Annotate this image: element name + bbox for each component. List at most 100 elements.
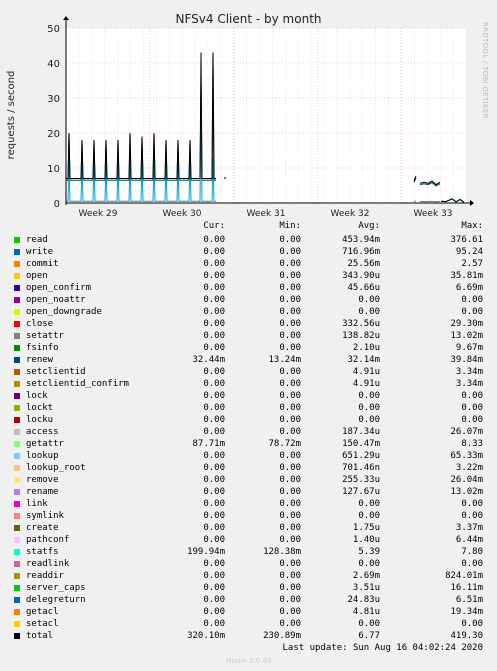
legend-swatch (14, 309, 20, 315)
legend-min: 0.00 (279, 535, 301, 545)
legend-min: 128.38m (263, 547, 301, 557)
legend-swatch (14, 369, 20, 375)
legend-max: 39.84m (450, 355, 483, 365)
legend-swatch (14, 609, 20, 615)
legend-name: readdir (26, 571, 64, 581)
legend-name: open (26, 271, 48, 281)
legend-cur: 0.00 (203, 535, 225, 545)
legend-name: setclientid_confirm (26, 379, 129, 389)
legend-min: 0.00 (279, 475, 301, 485)
legend-avg: 3.51u (352, 583, 380, 593)
legend-min: 0.00 (279, 487, 301, 497)
legend-name: open_confirm (26, 283, 92, 293)
legend-avg: 32.14m (347, 355, 380, 365)
legend-min: 0.00 (279, 463, 301, 473)
legend-avg: 343.90u (342, 271, 380, 281)
legend-row-readdir: readdir 0.00 0.00 2.69m 824.01m (0, 570, 497, 582)
y-axis-label: requests / second (6, 71, 17, 160)
x-tick-label: Week 33 (414, 209, 453, 219)
plot-area (66, 28, 466, 203)
legend-avg: 5.39 (358, 547, 380, 557)
header-max: Max: (461, 221, 483, 231)
legend-swatch (14, 597, 20, 603)
legend-swatch (14, 357, 20, 363)
legend-name: create (26, 523, 59, 533)
legend-max: 3.22m (455, 463, 483, 473)
legend-row-access: access 0.00 0.00 187.34u 26.07m (0, 426, 497, 438)
legend-cur: 0.00 (203, 487, 225, 497)
y-tick-label: 40 (47, 59, 60, 70)
legend-min: 0.00 (279, 283, 301, 293)
legend-avg: 4.91u (352, 379, 380, 389)
legend-row-link: link 0.00 0.00 0.00 0.00 (0, 498, 497, 510)
legend-min: 0.00 (279, 319, 301, 329)
legend-min: 0.00 (279, 595, 301, 605)
legend-min: 0.00 (279, 367, 301, 377)
legend-max: 0.00 (461, 391, 483, 401)
legend-row-close: close 0.00 0.00 332.56u 29.30m (0, 318, 497, 330)
legend-max: 3.34m (455, 379, 483, 389)
legend-avg: 0.00 (358, 307, 380, 317)
legend-row-commit: commit 0.00 0.00 25.56m 2.57 (0, 258, 497, 270)
legend-min: 0.00 (279, 331, 301, 341)
legend-cur: 0.00 (203, 319, 225, 329)
legend-row-open: open 0.00 0.00 343.90u 35.81m (0, 270, 497, 282)
x-tick-label: Week 30 (163, 209, 202, 219)
legend-name: statfs (26, 547, 59, 557)
legend-avg: 127.67u (342, 487, 380, 497)
legend-min: 0.00 (279, 511, 301, 521)
legend-max: 0.00 (461, 307, 483, 317)
legend-cur: 0.00 (203, 583, 225, 593)
legend-avg: 2.10u (352, 343, 380, 353)
legend-avg: 0.00 (358, 619, 380, 629)
legend-swatch (14, 621, 20, 627)
legend-cur: 0.00 (203, 607, 225, 617)
header-avg: Avg: (358, 221, 380, 231)
legend-swatch (14, 285, 20, 291)
legend-row-remove: remove 0.00 0.00 255.33u 26.04m (0, 474, 497, 486)
legend-name: lockt (26, 403, 54, 413)
legend-avg: 716.96m (342, 247, 380, 257)
legend-min: 78.72m (268, 439, 301, 449)
legend-row-getacl: getacl 0.00 0.00 4.81u 19.34m (0, 606, 497, 618)
legend-name: close (26, 319, 54, 329)
x-tick-label: Week 29 (79, 209, 118, 219)
legend-min: 0.00 (279, 427, 301, 437)
legend-min: 0.00 (279, 451, 301, 461)
legend-row-locku: locku 0.00 0.00 0.00 0.00 (0, 414, 497, 426)
legend-avg: 45.66u (347, 283, 380, 293)
legend-row-setclientid_confirm: setclientid_confirm 0.00 0.00 4.91u 3.34m (0, 378, 497, 390)
legend-avg: 187.34u (342, 427, 380, 437)
legend-name: link (26, 499, 48, 509)
legend-cur: 0.00 (203, 331, 225, 341)
legend-row-setclientid: setclientid 0.00 0.00 4.91u 3.34m (0, 366, 497, 378)
x-tick-label: Week 32 (331, 209, 370, 219)
legend-cur: 87.71m (192, 439, 225, 449)
legend-cur: 0.00 (203, 559, 225, 569)
legend-row-setacl: setacl 0.00 0.00 0.00 0.00 (0, 618, 497, 630)
legend-cur: 32.44m (192, 355, 225, 365)
legend-max: 419.30 (450, 631, 483, 641)
legend-swatch (14, 525, 20, 531)
legend-avg: 1.75u (352, 523, 380, 533)
legend-swatch (14, 345, 20, 351)
x-tick-label: Week 31 (247, 209, 286, 219)
legend-swatch (14, 573, 20, 579)
legend-name: write (26, 247, 54, 257)
y-tick-label: 0 (54, 199, 60, 210)
legend-cur: 199.94m (187, 547, 225, 557)
legend-name: open_downgrade (26, 307, 102, 317)
legend-cur: 0.00 (203, 259, 225, 269)
legend-swatch (14, 393, 20, 399)
legend-avg: 0.00 (358, 559, 380, 569)
legend-name: setclientid (26, 367, 86, 377)
legend-swatch (14, 477, 20, 483)
legend-cur: 0.00 (203, 379, 225, 389)
legend-avg: 25.56m (347, 259, 380, 269)
legend-cur: 0.00 (203, 463, 225, 473)
legend-name: setattr (26, 331, 64, 341)
legend-name: fsinfo (26, 343, 59, 353)
legend-name: readlink (26, 559, 70, 569)
legend-min: 13.24m (268, 355, 301, 365)
legend-swatch (14, 501, 20, 507)
